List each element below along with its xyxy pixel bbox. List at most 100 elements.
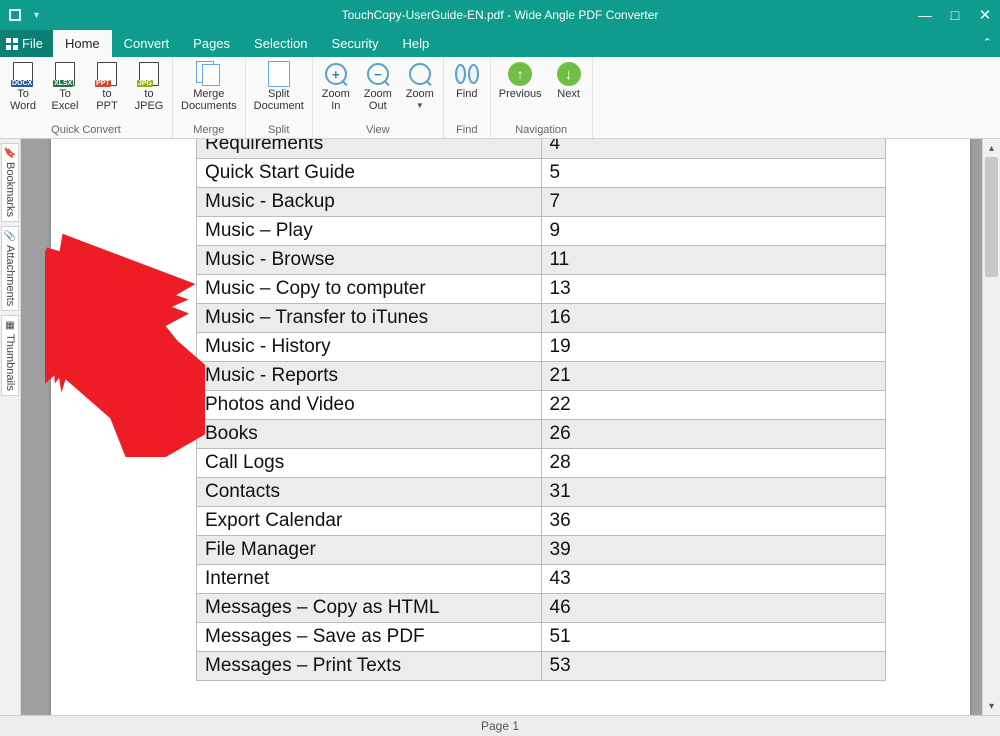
ribbon-toolbar: DOCXTo WordXLSXTo ExcelPPTto PPTJPGto JP… bbox=[0, 57, 1000, 139]
tab-help[interactable]: Help bbox=[391, 30, 442, 57]
to-excel-button[interactable]: XLSXTo Excel bbox=[46, 59, 84, 123]
tab-convert[interactable]: Convert bbox=[112, 30, 182, 57]
table-row: File Manager39 bbox=[197, 536, 886, 565]
group-label: View bbox=[366, 123, 390, 138]
table-row: Music - Browse11 bbox=[197, 246, 886, 275]
group-label: Navigation bbox=[515, 123, 567, 138]
document-viewport[interactable]: Requirements4Quick Start Guide5Music - B… bbox=[21, 139, 982, 715]
ribbon-group-find: Find Find bbox=[444, 57, 491, 138]
toc-page-cell: 28 bbox=[541, 449, 886, 478]
title-bar: ▾ TouchCopy-UserGuide-EN.pdf - Wide Angl… bbox=[0, 0, 1000, 30]
toc-page-cell: 36 bbox=[541, 507, 886, 536]
previous-button[interactable]: ↑Previous bbox=[495, 59, 546, 123]
bookmarks-label: Bookmarks bbox=[4, 162, 16, 217]
toc-title-cell: Messages – Print Texts bbox=[197, 652, 542, 681]
toc-page-cell: 19 bbox=[541, 333, 886, 362]
close-button[interactable]: ✕ bbox=[970, 0, 1000, 30]
file-menu-button[interactable]: File bbox=[0, 30, 53, 57]
to-ppt-button[interactable]: PPTto PPT bbox=[88, 59, 126, 123]
binoculars-icon bbox=[454, 61, 480, 87]
qat-dropdown-icon[interactable]: ▾ bbox=[34, 10, 39, 21]
toc-page-cell: 11 bbox=[541, 246, 886, 275]
scroll-track[interactable] bbox=[983, 157, 1000, 697]
menu-grid-icon bbox=[6, 38, 18, 50]
minimize-button[interactable]: — bbox=[910, 0, 940, 30]
docx-icon: DOCX bbox=[10, 61, 36, 87]
table-row: Contacts31 bbox=[197, 478, 886, 507]
ribbon-group-navigation: ↑Previous↓NextNavigation bbox=[491, 57, 593, 138]
toc-title-cell: Internet bbox=[197, 565, 542, 594]
xlsx-icon: XLSX bbox=[52, 61, 78, 87]
dropdown-caret-icon: ▼ bbox=[416, 101, 424, 110]
zoom-label: Zoom bbox=[406, 88, 434, 100]
nav-next-icon: ↓ bbox=[556, 61, 582, 87]
side-tab-bookmarks[interactable]: 🔖 Bookmarks bbox=[1, 143, 19, 222]
table-row: Music - Reports21 bbox=[197, 362, 886, 391]
table-row: Messages – Save as PDF51 bbox=[197, 623, 886, 652]
table-row: Music – Copy to computer13 bbox=[197, 275, 886, 304]
toc-page-cell: 13 bbox=[541, 275, 886, 304]
pdf-page: Requirements4Quick Start Guide5Music - B… bbox=[51, 139, 970, 715]
to-jpeg-button[interactable]: JPGto JPEG bbox=[130, 59, 168, 123]
zoom-button[interactable]: Zoom▼ bbox=[401, 59, 439, 123]
collapse-ribbon-icon[interactable]: ⌃ bbox=[983, 36, 992, 49]
zoom-out-button[interactable]: −Zoom Out bbox=[359, 59, 397, 123]
content-area: 🔖 Bookmarks 📎Attachments ▦Thumbnails Requir… bbox=[0, 139, 1000, 715]
next-button[interactable]: ↓Next bbox=[550, 59, 588, 123]
toc-page-cell: 53 bbox=[541, 652, 886, 681]
toc-page-cell: 46 bbox=[541, 594, 886, 623]
status-bar: Page 1 bbox=[0, 715, 1000, 736]
zoom-out-icon: − bbox=[365, 61, 391, 87]
tab-home[interactable]: Home bbox=[53, 30, 112, 57]
scroll-up-icon[interactable]: ▴ bbox=[983, 139, 1000, 157]
table-row: Internet43 bbox=[197, 565, 886, 594]
toc-title-cell: Music - History bbox=[197, 333, 542, 362]
find-label: Find bbox=[456, 88, 477, 100]
bookmarks-icon: 🔖 bbox=[4, 148, 16, 159]
toc-title-cell: File Manager bbox=[197, 536, 542, 565]
group-label: Find bbox=[456, 123, 477, 138]
maximize-button[interactable]: □ bbox=[940, 0, 970, 30]
split-document-label: Split Document bbox=[254, 88, 304, 112]
table-row: Music – Transfer to iTunes16 bbox=[197, 304, 886, 333]
table-row: Photos and Video22 bbox=[197, 391, 886, 420]
vertical-scrollbar[interactable]: ▴ ▾ bbox=[982, 139, 1000, 715]
group-label: Quick Convert bbox=[51, 123, 121, 138]
merge-documents-button[interactable]: Merge Documents bbox=[177, 59, 241, 123]
toc-title-cell: Music – Play bbox=[197, 217, 542, 246]
find-button[interactable]: Find bbox=[448, 59, 486, 123]
table-row: Quick Start Guide5 bbox=[197, 159, 886, 188]
toc-table: Requirements4Quick Start Guide5Music - B… bbox=[196, 139, 886, 681]
zoom-in-button[interactable]: +Zoom In bbox=[317, 59, 355, 123]
toc-page-cell: 22 bbox=[541, 391, 886, 420]
toc-title-cell: Music - Reports bbox=[197, 362, 542, 391]
toc-page-cell: 7 bbox=[541, 188, 886, 217]
to-word-label: To Word bbox=[10, 88, 36, 112]
tab-pages[interactable]: Pages bbox=[181, 30, 242, 57]
zoom-icon bbox=[407, 61, 433, 87]
toc-page-cell: 39 bbox=[541, 536, 886, 565]
doc-stack-icon bbox=[196, 61, 222, 87]
ribbon-group-quick-convert: DOCXTo WordXLSXTo ExcelPPTto PPTJPGto JP… bbox=[0, 57, 173, 138]
side-tab-thumbnails[interactable]: ▦Thumbnails bbox=[1, 315, 19, 396]
table-row: Music - Backup7 bbox=[197, 188, 886, 217]
toc-page-cell: 4 bbox=[541, 139, 886, 159]
table-row: Messages – Print Texts53 bbox=[197, 652, 886, 681]
to-word-button[interactable]: DOCXTo Word bbox=[4, 59, 42, 123]
scroll-down-icon[interactable]: ▾ bbox=[983, 697, 1000, 715]
table-row: Music – Play9 bbox=[197, 217, 886, 246]
scroll-thumb[interactable] bbox=[985, 157, 998, 277]
tab-selection[interactable]: Selection bbox=[242, 30, 319, 57]
toc-page-cell: 51 bbox=[541, 623, 886, 652]
toc-title-cell: Books bbox=[197, 420, 542, 449]
toc-page-cell: 26 bbox=[541, 420, 886, 449]
tab-security[interactable]: Security bbox=[320, 30, 391, 57]
zoom-out-label: Zoom Out bbox=[364, 88, 392, 112]
split-document-button[interactable]: Split Document bbox=[250, 59, 308, 123]
menu-bar: File HomeConvertPagesSelectionSecurityHe… bbox=[0, 30, 1000, 57]
previous-label: Previous bbox=[499, 88, 542, 100]
table-row: Books26 bbox=[197, 420, 886, 449]
side-tab-attachments[interactable]: 📎Attachments bbox=[1, 226, 19, 311]
file-menu-label: File bbox=[22, 36, 43, 51]
toc-page-cell: 5 bbox=[541, 159, 886, 188]
